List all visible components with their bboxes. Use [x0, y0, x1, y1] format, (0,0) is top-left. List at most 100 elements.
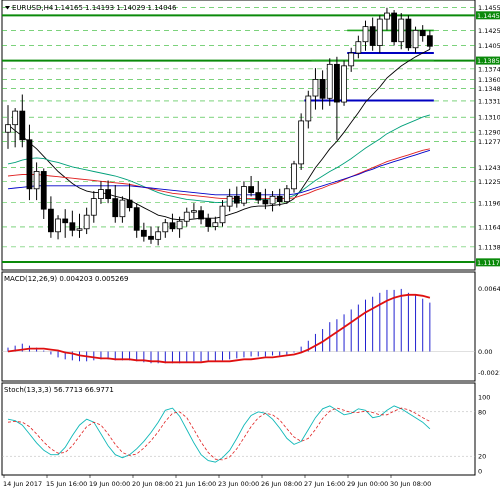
time-tick-label: 29 Jun 00:00 [347, 480, 388, 488]
price-axis: 1.145551.14450 1.14250 1.14050 1.138501.137… [476, 4, 500, 476]
price-tick-label: 1.11645 [478, 223, 500, 231]
candle-body [241, 186, 247, 204]
price-tick-label: 1.12900 [478, 129, 500, 137]
candle-body [126, 199, 133, 209]
price-tick-label: 1.14050 [478, 42, 500, 50]
candle-body [319, 79, 326, 99]
candle-body [140, 229, 147, 237]
candle-body [169, 222, 176, 230]
candle-body [255, 192, 262, 201]
price-tick-label: 1.13315 [478, 97, 500, 105]
candle-body [98, 189, 104, 200]
candle-body [112, 198, 119, 218]
candle-body [369, 26, 376, 46]
candle-body [426, 35, 433, 47]
candle-body [62, 218, 69, 224]
ohlc-values: 1.14165 1.14193 1.14029 1.14046 [54, 4, 177, 12]
price-tick-label: 1.11380 [478, 243, 500, 251]
time-tick-label: 21 Jun 16:00 [175, 480, 216, 488]
candle-body [40, 171, 47, 210]
candle-body [419, 29, 426, 37]
price-tag-label: 1.14450 [477, 12, 500, 20]
candle-body [183, 211, 190, 222]
macd-title: MACD(12,26,9) 0.004203 0.005269 [4, 275, 128, 283]
price-tick-label: 1.13480 [478, 85, 500, 93]
time-tick-label: 20 Jun 08:00 [132, 480, 173, 488]
price-tag-label: 1.13850 [477, 57, 500, 65]
candle-body [226, 195, 233, 207]
time-tick-label: 26 Jun 08:00 [261, 480, 302, 488]
candle-body [205, 218, 212, 227]
candle-body [348, 52, 355, 67]
chart-canvas[interactable]: 1.145551.14450 1.14250 1.14050 1.138501.137… [0, 0, 500, 490]
candle-body [376, 18, 383, 46]
price-tick-label: 1.13600 [478, 76, 500, 84]
candle-body [283, 188, 290, 203]
candle-body [119, 199, 126, 218]
price-tick-label: 1.12250 [478, 178, 500, 186]
candle-body [148, 235, 154, 240]
candle-body [19, 110, 26, 141]
candle-body [162, 222, 169, 233]
stoch-tick-label: 0 [478, 468, 482, 476]
candle-body [12, 110, 19, 126]
macd-tick-label: -0.00213 [478, 369, 500, 377]
stoch-tick-label: 20 [478, 453, 486, 461]
price-tick-label: 1.14555 [478, 4, 500, 12]
candle-body [412, 29, 419, 49]
time-tick-label: 30 Jun 08:00 [390, 480, 431, 488]
candle-body [90, 198, 97, 216]
candle-body [133, 207, 140, 231]
candle-body [269, 195, 276, 205]
candle-body [233, 195, 240, 204]
time-tick-label: 19 Jun 00:00 [89, 480, 130, 488]
stoch-panel-frame [1, 382, 476, 476]
candle-body [198, 210, 204, 220]
stoch-tick-label: 100 [478, 394, 490, 402]
time-tick-label: 27 Jun 16:00 [304, 480, 345, 488]
price-tick-label: 1.14250 [478, 27, 500, 35]
symbol-title: EURUSD,H4 [12, 4, 54, 12]
candle-body [190, 210, 197, 213]
candle-body [155, 231, 162, 240]
candle-body [276, 195, 283, 203]
stoch-title: Stoch(13,3,3) 56.7713 66.9771 [4, 386, 114, 394]
candle-body [362, 26, 369, 43]
candle-body [176, 220, 183, 230]
macd-panel-frame [1, 271, 476, 382]
candle-body [326, 63, 333, 99]
price-tick-label: 1.13100 [478, 114, 500, 122]
time-tick-label: 15 Jun 16:00 [46, 480, 87, 488]
candle-body [262, 199, 269, 205]
macd-tick-label: 0.006446 [478, 285, 500, 293]
candle-body [248, 186, 255, 193]
candle-body [212, 222, 219, 227]
candle-body [105, 189, 111, 200]
candle-body [355, 41, 362, 54]
candle-body [405, 18, 412, 49]
candle-body [305, 95, 312, 122]
candle-body [83, 214, 90, 230]
candle-body [55, 218, 61, 233]
price-tick-label: 1.11965 [478, 199, 500, 207]
time-tick-label: 23 Jun 00:00 [218, 480, 259, 488]
candle-body [76, 228, 83, 231]
candle-body [333, 63, 340, 103]
trading-chart[interactable]: 1.145551.14450 1.14250 1.14050 1.138501.137… [0, 0, 500, 490]
candle-body [384, 12, 390, 20]
candle-body [69, 222, 76, 231]
candle-body [341, 65, 347, 103]
macd-tick-label: 0.00 [478, 348, 492, 356]
candle-body [26, 139, 33, 190]
candle-body [398, 18, 405, 43]
candle-body [33, 171, 40, 190]
candle-body [48, 208, 54, 233]
time-tick-label: 14 Jun 2017 [3, 480, 42, 488]
candle-body [5, 124, 11, 133]
candle-body [298, 120, 305, 165]
time-axis: 14 Jun 2017 15 Jun 16:00 19 Jun 00:00 20 Ju… [3, 475, 431, 488]
stoch-tick-label: 80 [478, 408, 486, 416]
price-tick-label: 1.12430 [478, 164, 500, 172]
price-tick-label: 1.13740 [478, 65, 500, 73]
candle-body [312, 79, 319, 97]
